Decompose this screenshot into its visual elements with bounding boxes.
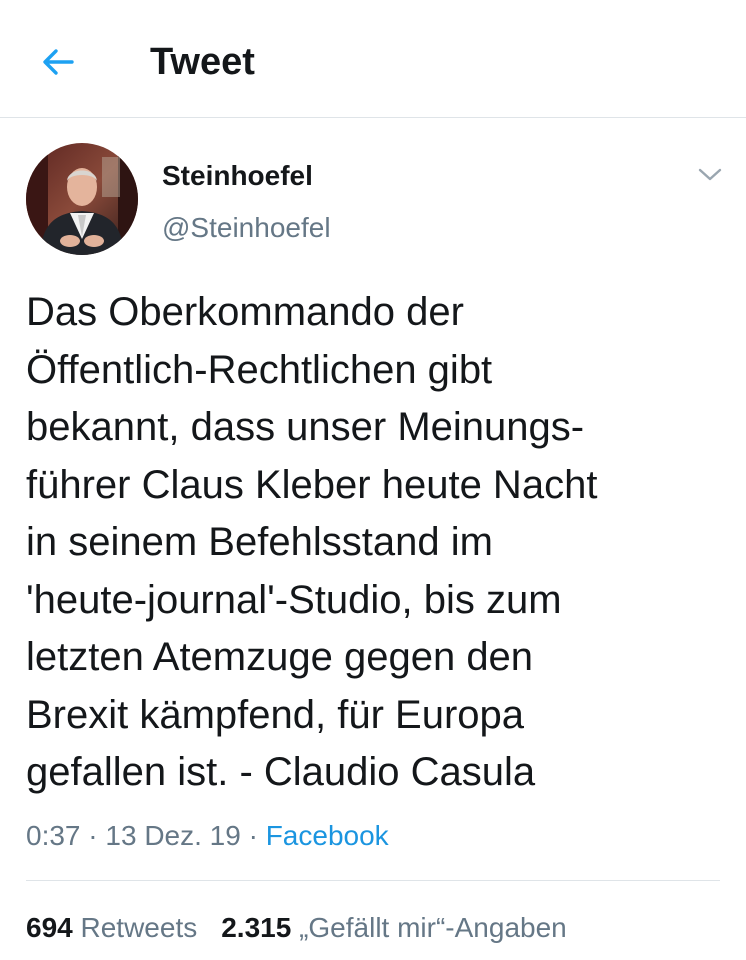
tweet-time: 0:37	[26, 820, 81, 851]
chevron-down-icon	[698, 168, 722, 181]
tweet-date: 13 Dez. 19	[105, 820, 241, 851]
retweets-stat[interactable]: 694 Retweets	[26, 912, 197, 943]
meta-separator: ·	[240, 820, 266, 851]
likes-count: 2.315	[221, 912, 292, 943]
avatar[interactable]	[26, 143, 138, 255]
tweet-detail-screen: Tweet Steinhoefel @Steinhoefel Das Oberk…	[0, 0, 746, 960]
tweet-text: Das Oberkommando der Öffentlich-Rechtlic…	[26, 290, 598, 794]
tweet-source-link[interactable]: Facebook	[266, 820, 389, 851]
meta-separator: ·	[80, 820, 106, 851]
retweets-count: 694	[26, 912, 73, 943]
profile-photo	[26, 143, 138, 255]
divider	[26, 880, 720, 881]
tweet-menu-button[interactable]	[693, 160, 727, 190]
tweet-stats: 694 Retweets 2.315 „Gefällt mir“-Angaben	[26, 908, 567, 948]
likes-stat[interactable]: 2.315 „Gefällt mir“-Angaben	[221, 912, 567, 943]
back-button[interactable]	[30, 36, 86, 88]
top-app-bar: Tweet	[0, 0, 746, 118]
retweets-label: Retweets	[80, 912, 198, 943]
page-title: Tweet	[150, 41, 255, 83]
author-name[interactable]: Steinhoefel	[162, 158, 313, 194]
arrow-left-icon	[43, 49, 74, 75]
author-handle[interactable]: @Steinhoefel	[162, 210, 331, 246]
tweet-metadata: 0:37 · 13 Dez. 19 · Facebook	[26, 816, 389, 856]
likes-label: „Gefällt mir“-Angaben	[299, 912, 567, 943]
